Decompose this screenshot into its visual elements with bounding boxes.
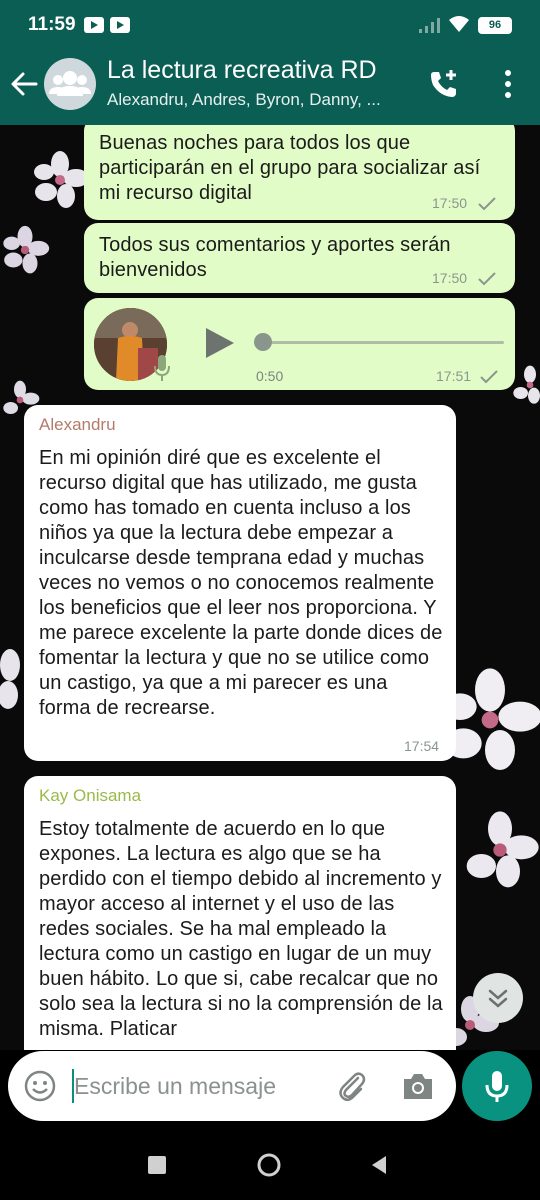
check-icon [478,197,496,211]
voice-record-button[interactable] [462,1051,532,1121]
voice-progress-knob[interactable] [254,333,272,351]
check-icon [478,272,496,286]
double-chevron-down-icon [488,989,508,1008]
check-icon [480,370,498,384]
voice-message[interactable]: 0:50 17:51 [84,298,515,390]
wallpaper-flower [466,811,539,888]
message-text: En mi opinión diré que es excelente el r… [39,447,443,719]
emoji-icon[interactable] [23,1069,57,1103]
group-avatar[interactable] [44,58,96,110]
group-avatar-icon [49,71,91,96]
chat-area[interactable]: Buenas noches para todos los que partici… [0,125,540,1050]
message-time: 17:50 [432,270,468,286]
youtube-notification-icon [84,17,104,33]
message-time: 17:54 [404,738,440,754]
voice-progress-track[interactable] [256,341,504,344]
chat-header: La lectura recreativa RD Alexandru, Andr… [0,50,540,125]
incoming-message[interactable]: Kay Onisama Estoy totalmente de acuerdo … [24,776,456,1050]
mic-icon [154,355,170,381]
add-call-icon[interactable] [426,66,462,102]
message-input[interactable] [74,1065,324,1107]
voice-duration: 0:50 [256,368,284,384]
recents-button[interactable] [148,1156,166,1174]
mic-icon [485,1071,509,1102]
system-navigation-bar [0,1130,540,1200]
chat-participants[interactable]: Alexandru, Andres, Byron, Danny, ... [107,90,407,110]
status-bar: 11:59 96 [0,0,540,50]
play-icon[interactable] [202,326,236,360]
message-time: 17:50 [432,195,468,211]
incoming-message[interactable]: Alexandru En mi opinión diré que es exce… [24,405,456,761]
message-sender[interactable]: Kay Onisama [39,786,444,806]
message-sender[interactable]: Alexandru [39,415,444,435]
youtube-notification-icon [110,17,130,33]
wallpaper-flower [3,225,50,274]
back-button[interactable] [368,1154,390,1176]
camera-icon[interactable] [400,1069,436,1103]
home-button[interactable] [256,1152,282,1178]
message-text: Estoy totalmente de acuerdo en lo que ex… [39,818,443,1040]
attach-icon[interactable] [334,1068,370,1104]
back-arrow-icon[interactable] [8,68,40,100]
wallpaper-flower [34,151,89,208]
message-composer [8,1051,456,1121]
chat-title[interactable]: La lectura recreativa RD [107,56,377,85]
scroll-to-bottom-button[interactable] [473,973,523,1023]
signal-icon [419,18,440,33]
more-vert-icon[interactable] [498,68,518,100]
status-time: 11:59 [28,14,76,35]
message-time: 17:51 [436,368,472,384]
outgoing-message[interactable]: Buenas noches para todos los que partici… [84,125,515,220]
outgoing-message[interactable]: Todos sus comentarios y aportes serán bi… [84,223,515,293]
battery-indicator: 96 [478,17,512,34]
wifi-icon [449,16,469,32]
